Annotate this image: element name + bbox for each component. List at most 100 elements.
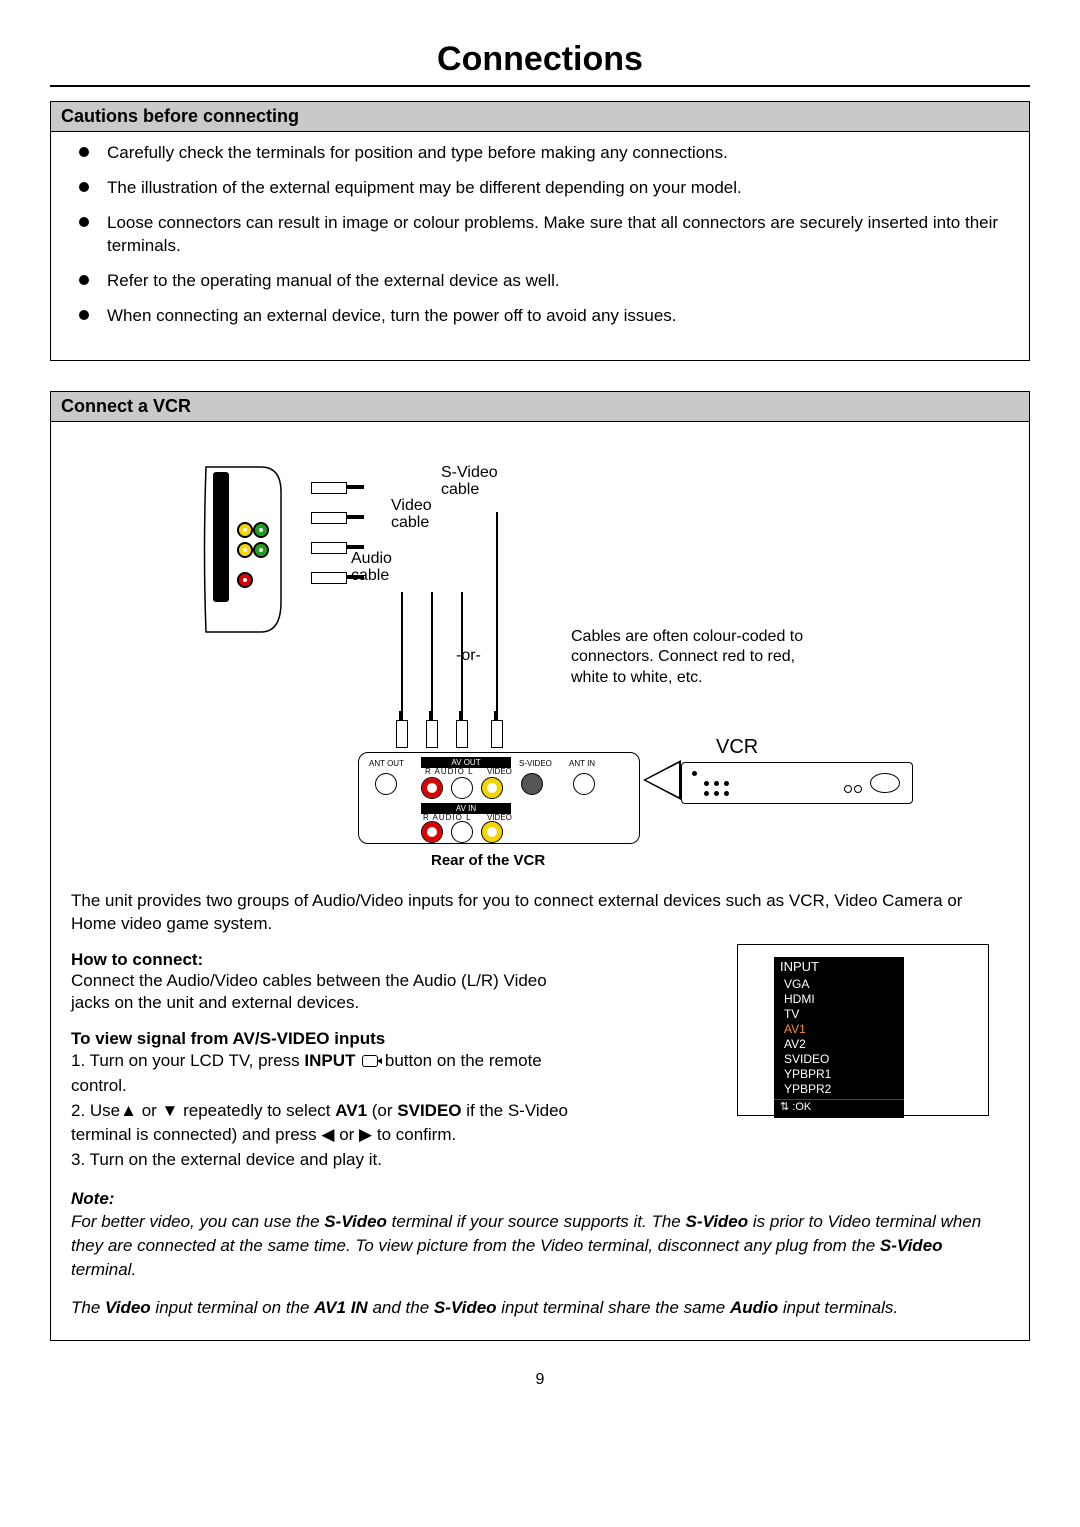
caution-item: The illustration of the external equipme…: [79, 177, 1007, 200]
tv-port-yellow: [237, 542, 253, 558]
av-out-white: [451, 777, 473, 799]
cautions-box: Cautions before connecting Carefully che…: [50, 101, 1030, 361]
jack-icon: [491, 720, 503, 748]
input-item-selected: AV1: [774, 1022, 904, 1037]
input-osd-menu: INPUT VGA HDMI TV AV1 AV2 SVIDEO YPBPR1 …: [737, 944, 989, 1116]
note-paragraph-2: The Video input terminal on the AV1 IN a…: [71, 1296, 1009, 1320]
vcr-rear-panel: ANT OUT AV OUT R AUDIO L VIDEO S-VIDEO A…: [358, 752, 640, 844]
av-in-white: [451, 821, 473, 843]
step-3: 3. Turn on the external device and play …: [71, 1148, 571, 1173]
bold-text: S-Video: [685, 1212, 748, 1231]
vcr-header: Connect a VCR: [51, 392, 1029, 422]
caution-item: Carefully check the terminals for positi…: [79, 142, 1007, 165]
plug-icon: [311, 542, 347, 554]
tv-port-green: [253, 542, 269, 558]
triangle-down-icon: [162, 1101, 179, 1120]
input-osd-ok: :OK: [774, 1099, 904, 1115]
note-paragraph-1: For better video, you can use the S-Vide…: [71, 1210, 1009, 1281]
bold-text: Video: [105, 1298, 151, 1317]
svideo-cable-label: S-Video cable: [441, 464, 521, 499]
plug-icon: [311, 482, 347, 494]
page-title: Connections: [50, 40, 1030, 79]
text: and the: [368, 1298, 434, 1317]
text: input terminal on the: [151, 1298, 314, 1317]
input-item: AV2: [774, 1037, 904, 1052]
text: For better video, you can use the: [71, 1212, 324, 1231]
text: 2. Use: [71, 1101, 120, 1120]
tv-port-strip: [213, 472, 229, 602]
cable-line: [401, 592, 403, 722]
text: or: [137, 1101, 162, 1120]
ok-text: :OK: [792, 1101, 811, 1113]
input-item: YPBPR2: [774, 1082, 904, 1097]
bold-text: S-Video: [324, 1212, 387, 1231]
jack-icon: [396, 720, 408, 748]
plug-icon: [311, 512, 347, 524]
bold-text: S-Video: [880, 1236, 943, 1255]
input-word: INPUT: [304, 1051, 355, 1070]
text: to confirm.: [372, 1125, 456, 1144]
how-to-connect-head: How to connect:: [51, 944, 591, 970]
text: (or: [367, 1101, 397, 1120]
ant-in-label: ANT IN: [569, 759, 595, 768]
caution-item: Refer to the operating manual of the ext…: [79, 270, 1007, 293]
ant-out-label: ANT OUT: [369, 759, 404, 768]
view-signal-head: To view signal from AV/S-VIDEO inputs: [51, 1023, 591, 1049]
video-label: VIDEO: [487, 767, 512, 776]
updown-icon: [780, 1101, 789, 1113]
cable-line: [461, 592, 463, 722]
vcr-diagram: S-Video cable Video cable Audio cable -o…: [71, 442, 1009, 872]
av-in-red: [421, 821, 443, 843]
input-osd-inner: INPUT VGA HDMI TV AV1 AV2 SVIDEO YPBPR1 …: [774, 957, 904, 1118]
or-label: -or-: [456, 647, 481, 665]
audio-rl-label: R AUDIO L: [425, 767, 474, 776]
vcr-box: Connect a VCR S-Video cable Video cable …: [50, 391, 1030, 1341]
triangle-right-icon: [359, 1125, 372, 1144]
av-out-red: [421, 777, 443, 799]
svideo-port: [521, 773, 543, 795]
input-item: YPBPR1: [774, 1067, 904, 1082]
jack-icon: [426, 720, 438, 748]
svideo-port-label: S-VIDEO: [519, 759, 552, 768]
cautions-list: Carefully check the terminals for positi…: [51, 132, 1029, 328]
input-item: HDMI: [774, 992, 904, 1007]
callout-icon: [643, 760, 681, 800]
tv-port-red: [237, 572, 253, 588]
input-icon: [362, 1055, 378, 1067]
tv-port-green: [253, 522, 269, 538]
jack-icon: [456, 720, 468, 748]
cable-line: [496, 512, 498, 722]
av1-word: AV1: [335, 1101, 367, 1120]
text: terminal if your source supports it. The: [387, 1212, 686, 1231]
audio-cable-label: Audio cable: [351, 550, 411, 585]
triangle-up-icon: [120, 1101, 137, 1120]
text: 1. Turn on your LCD TV, press: [71, 1051, 304, 1070]
bold-text: Audio: [730, 1298, 778, 1317]
input-item: SVIDEO: [774, 1052, 904, 1067]
view-signal-steps: 1. Turn on your LCD TV, press INPUT butt…: [51, 1049, 591, 1172]
ant-in-port: [573, 773, 595, 795]
ant-out-port: [375, 773, 397, 795]
note-block: Note: For better video, you can use the …: [51, 1173, 1029, 1320]
caution-item: When connecting an external device, turn…: [79, 305, 1007, 328]
vcr-device-label: VCR: [716, 736, 758, 759]
bold-text: AV1 IN: [314, 1298, 368, 1317]
text: terminal.: [71, 1260, 136, 1279]
vcr-intro-text: The unit provides two groups of Audio/Vi…: [51, 882, 1029, 944]
video-cable-label: Video cable: [391, 497, 451, 532]
text: input terminals.: [778, 1298, 898, 1317]
input-item: TV: [774, 1007, 904, 1022]
note-head: Note:: [71, 1189, 114, 1208]
text: input terminal share the same: [497, 1298, 730, 1317]
plug-icon: [311, 572, 347, 584]
colour-code-note: Cables are often colour-coded to connect…: [571, 627, 831, 689]
cable-line: [431, 592, 433, 722]
rear-caption: Rear of the VCR: [431, 852, 545, 869]
caution-item: Loose connectors can result in image or …: [79, 212, 1007, 258]
av-in-yellow: [481, 821, 503, 843]
av-out-yellow: [481, 777, 503, 799]
step-2: 2. Use or repeatedly to select AV1 (or S…: [71, 1099, 571, 1148]
vcr-device-icon: [681, 762, 913, 804]
text: repeatedly to select: [178, 1101, 335, 1120]
input-osd-title: INPUT: [774, 957, 904, 977]
